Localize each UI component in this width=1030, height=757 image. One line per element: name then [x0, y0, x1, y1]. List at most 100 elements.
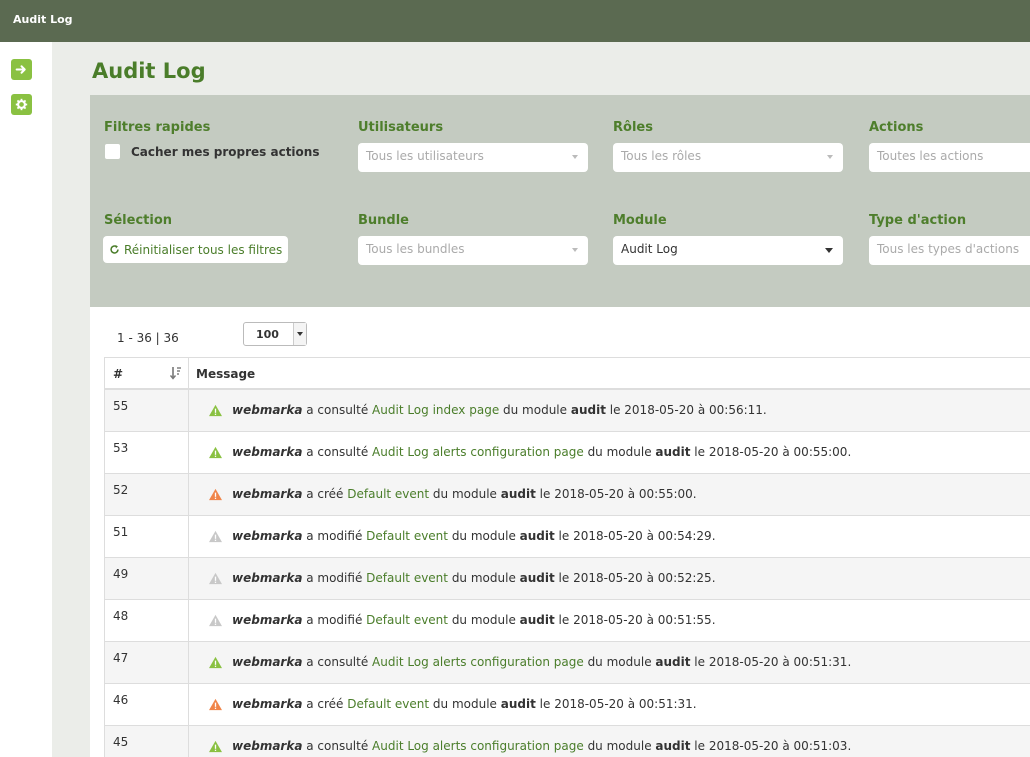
row-module: audit: [655, 739, 691, 753]
row-verb: a consulté: [302, 403, 373, 417]
per-page-select[interactable]: 100: [243, 322, 307, 346]
row-user: webmarka: [232, 571, 303, 585]
row-module-prefix: du module: [448, 613, 520, 627]
row-user: webmarka: [232, 655, 303, 669]
quick-filters-label: Filtres rapides: [104, 120, 211, 135]
settings-button[interactable]: [11, 94, 32, 115]
sort-icon[interactable]: [170, 366, 182, 380]
column-divider: [188, 726, 189, 757]
main-content: Audit Log Filtres rapides Cacher mes pro…: [52, 42, 1030, 757]
chevron-down-icon: [825, 248, 833, 253]
row-message: webmarka a créé Default event du module …: [208, 487, 697, 501]
page-title: Audit Log: [92, 59, 206, 83]
row-timestamp: le 2018-05-20 à 00:51:31.: [690, 655, 852, 669]
row-verb: a modifié: [302, 613, 367, 627]
row-module-prefix: du module: [448, 529, 520, 543]
hide-own-actions-checkbox[interactable]: [105, 144, 120, 159]
reset-filters-button[interactable]: Réinitialiser tous les filtres: [103, 236, 289, 263]
table-row: 45 webmarka a consulté Audit Log alerts c…: [104, 726, 1030, 757]
row-target-link[interactable]: Audit Log alerts configuration page: [372, 445, 584, 459]
chevron-down-icon: [827, 155, 833, 159]
warning-triangle-icon: [209, 614, 222, 626]
warning-triangle-icon: [209, 530, 222, 542]
column-divider: [188, 516, 189, 557]
row-verb: a modifié: [302, 571, 367, 585]
row-user: webmarka: [232, 529, 303, 543]
row-number: 52: [113, 483, 129, 497]
row-verb: a consulté: [302, 739, 373, 753]
row-user: webmarka: [232, 697, 303, 711]
row-target-link[interactable]: Audit Log alerts configuration page: [372, 655, 584, 669]
chevron-down-icon: [293, 323, 306, 345]
roles-select-value: Tous les rôles: [621, 149, 702, 163]
row-verb: a créé: [302, 697, 348, 711]
chevron-down-icon: [572, 155, 578, 159]
row-module-prefix: du module: [429, 697, 501, 711]
table-header: # Message: [104, 357, 1030, 390]
module-select[interactable]: Audit Log: [613, 236, 843, 265]
column-divider: [188, 684, 189, 725]
column-header-message[interactable]: Message: [196, 367, 255, 381]
column-divider: [188, 558, 189, 599]
row-verb: a modifié: [302, 529, 367, 543]
row-timestamp: le 2018-05-20 à 00:56:11.: [605, 403, 767, 417]
row-verb: a créé: [302, 487, 348, 501]
row-target-link[interactable]: Default event: [347, 487, 429, 501]
roles-label: Rôles: [613, 120, 653, 135]
table-row: 47 webmarka a consulté Audit Log alerts c…: [104, 642, 1030, 684]
roles-select[interactable]: Tous les rôles: [613, 143, 843, 172]
row-user: webmarka: [232, 613, 303, 627]
row-timestamp: le 2018-05-20 à 00:55:00.: [690, 445, 852, 459]
row-target-link[interactable]: Default event: [366, 613, 448, 627]
row-module: audit: [519, 571, 555, 585]
row-module: audit: [500, 697, 536, 711]
column-divider: [188, 600, 189, 641]
column-divider: [188, 358, 189, 388]
column-header-num[interactable]: #: [113, 367, 123, 381]
per-page-value: 100: [256, 328, 279, 341]
row-module: audit: [519, 613, 555, 627]
row-timestamp: le 2018-05-20 à 00:51:55.: [554, 613, 716, 627]
app-title: Audit Log: [13, 13, 73, 26]
top-bar: Audit Log: [0, 0, 1030, 42]
row-module: audit: [519, 529, 555, 543]
row-target-link[interactable]: Default event: [366, 529, 448, 543]
action-type-select[interactable]: Tous les types d'actions: [869, 236, 1030, 265]
row-target-link[interactable]: Audit Log index page: [372, 403, 499, 417]
row-module-prefix: du module: [583, 445, 656, 459]
row-verb: a consulté: [302, 445, 373, 459]
row-target-link[interactable]: Audit Log alerts configuration page: [372, 739, 584, 753]
row-module: audit: [655, 445, 691, 459]
row-timestamp: le 2018-05-20 à 00:55:00.: [535, 487, 697, 501]
row-message: webmarka a consulté Audit Log alerts con…: [208, 739, 851, 753]
row-target-link[interactable]: Default event: [366, 571, 448, 585]
warning-triangle-icon: [209, 698, 222, 710]
action-type-select-value: Tous les types d'actions: [877, 242, 1020, 256]
users-select[interactable]: Tous les utilisateurs: [358, 143, 588, 172]
row-user: webmarka: [232, 487, 303, 501]
reset-filters-label: Réinitialiser tous les filtres: [124, 242, 283, 257]
actions-select-value: Toutes les actions: [877, 149, 984, 163]
table-row: 48 webmarka a modifié Default event du mo…: [104, 600, 1030, 642]
bundle-select-value: Tous les bundles: [366, 242, 465, 256]
refresh-icon: [110, 245, 119, 254]
module-label: Module: [613, 213, 667, 228]
filters-panel: Filtres rapides Cacher mes propres actio…: [90, 95, 1030, 307]
column-divider: [188, 642, 189, 683]
row-number: 45: [113, 735, 129, 749]
actions-select[interactable]: Toutes les actions: [869, 143, 1030, 172]
nav-arrow-button[interactable]: [11, 59, 32, 80]
bundle-select[interactable]: Tous les bundles: [358, 236, 588, 265]
row-message: webmarka a modifié Default event du modu…: [208, 571, 716, 585]
column-divider: [188, 432, 189, 473]
row-user: webmarka: [232, 403, 303, 417]
row-message: webmarka a créé Default event du module …: [208, 697, 697, 711]
row-target-link[interactable]: Default event: [347, 697, 429, 711]
row-number: 55: [113, 399, 129, 413]
selection-label: Sélection: [104, 213, 173, 228]
row-number: 47: [113, 651, 129, 665]
column-divider: [188, 474, 189, 515]
row-number: 46: [113, 693, 129, 707]
warning-triangle-icon: [209, 446, 222, 458]
gear-icon: [15, 98, 28, 111]
